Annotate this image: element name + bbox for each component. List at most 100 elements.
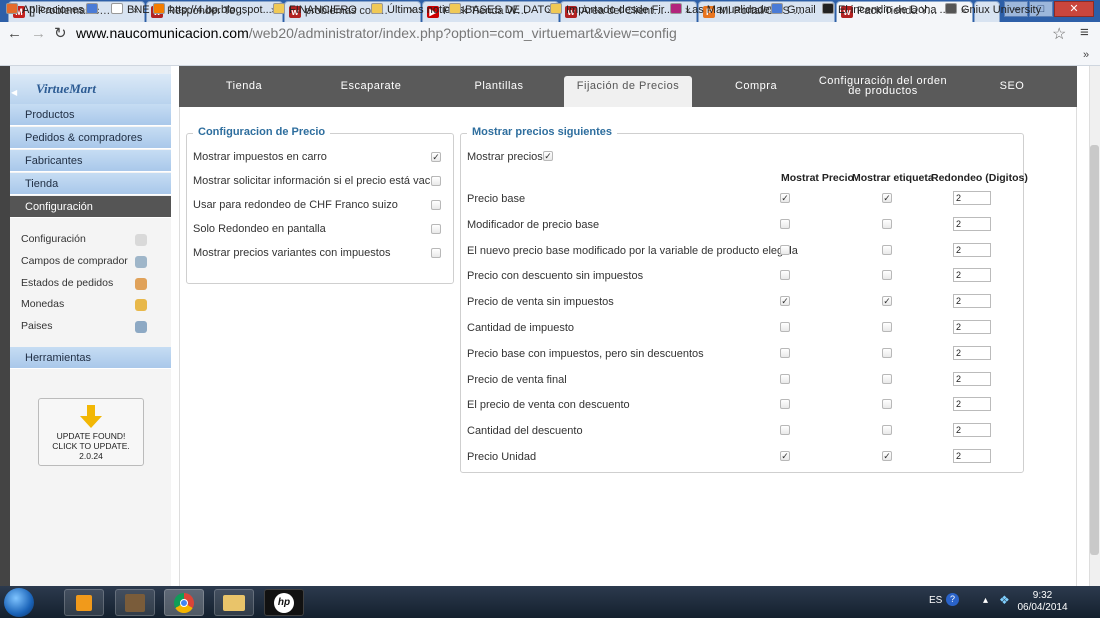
sidebar-subitem[interactable]: Campos de comprador — [21, 255, 128, 267]
tab-escaparate[interactable]: Escaparate — [330, 80, 412, 92]
rounding-input[interactable]: 2 — [953, 242, 991, 257]
setting-checkbox[interactable]: ✓ — [431, 152, 441, 162]
tab-tienda[interactable]: Tienda — [206, 80, 282, 92]
setting-label: Usar para redondeo de CHF Franco suizo — [193, 199, 398, 211]
sidebar-item-fabricantes[interactable]: Fabricantes — [10, 150, 171, 172]
show-tag-checkbox[interactable] — [882, 244, 892, 255]
rounding-input[interactable]: 2 — [953, 268, 991, 283]
help-icon[interactable]: ? — [946, 593, 959, 606]
show-price-checkbox[interactable]: ✓ — [780, 296, 790, 307]
show-tag-checkbox[interactable] — [882, 347, 892, 358]
rounding-input[interactable]: 2 — [953, 320, 991, 334]
sidebar-top-strip — [10, 66, 171, 74]
rounding-input[interactable]: 2 — [953, 294, 991, 309]
tab-plantillas[interactable]: Plantillas — [460, 80, 538, 92]
bookmark-label: BNE — [127, 4, 150, 16]
tray-arrow-icon[interactable]: ▴ — [983, 595, 988, 606]
show-prices-checkbox[interactable]: ✓ — [543, 151, 553, 161]
show-tag-checkbox[interactable] — [882, 425, 892, 436]
bookmark-item[interactable] — [86, 3, 102, 16]
price-row-label: Cantidad del descuento — [467, 425, 583, 438]
show-tag-checkbox[interactable]: ✓ — [882, 193, 892, 203]
bookmark-item[interactable]: http://4.bp.blogspot... — [153, 3, 272, 16]
bookmark-item[interactable]: BASES DE DATOS — [449, 3, 560, 16]
show-price-checkbox[interactable] — [780, 425, 790, 436]
show-price-checkbox[interactable]: ✓ — [780, 451, 790, 461]
bookmark-item[interactable]: FINANCIERO — [273, 3, 357, 16]
bookmark-star-icon[interactable]: ☆ — [1052, 24, 1066, 44]
show-price-checkbox[interactable] — [780, 399, 790, 410]
bookmark-item[interactable]: El incendio de Doha ... — [822, 3, 949, 16]
show-price-checkbox[interactable] — [780, 244, 790, 255]
tab-seo[interactable]: SEO — [990, 80, 1034, 92]
show-tag-checkbox[interactable] — [882, 270, 892, 281]
setting-checkbox[interactable] — [431, 224, 441, 234]
bookmark-label: El incendio de Doha ... — [838, 4, 949, 16]
bookmark-item[interactable]: Importado desde Fir... — [550, 3, 673, 16]
address-bar[interactable]: www.naucomunicacion.com/web20/administra… — [76, 24, 1076, 44]
tab-fijación-de-precios[interactable]: Fijación de Precios — [564, 76, 692, 107]
rounding-input[interactable]: 2 — [953, 449, 991, 463]
forward-icon[interactable]: → — [31, 25, 46, 42]
bookmark-label: Gmail — [787, 4, 816, 16]
network-icon[interactable]: ❖ — [999, 593, 1010, 607]
collapse-sidebar-icon[interactable]: ◀ — [11, 88, 17, 97]
reload-icon[interactable]: ↻ — [54, 24, 67, 42]
bookmark-item[interactable]: Las Manualidades — [670, 3, 775, 16]
media-player-taskbar-icon[interactable] — [64, 589, 104, 616]
bbc-icon — [822, 3, 834, 14]
show-tag-checkbox[interactable]: ✓ — [882, 296, 892, 307]
rounding-input[interactable]: 2 — [953, 423, 991, 438]
show-price-checkbox[interactable] — [780, 218, 790, 229]
clock[interactable]: 9:32 06/04/2014 — [1010, 590, 1075, 614]
sidebar-item-productos[interactable]: Productos — [10, 104, 171, 126]
setting-checkbox[interactable] — [431, 248, 441, 258]
show-tag-checkbox[interactable] — [882, 322, 892, 332]
bookmark-item[interactable]: Gniux University — [945, 3, 1041, 16]
bookmark-item[interactable]: Aplicaciones — [6, 3, 84, 16]
chrome-taskbar-icon[interactable] — [164, 589, 204, 616]
tab-compra[interactable]: Compra — [716, 80, 796, 92]
setting-checkbox[interactable] — [431, 176, 441, 186]
rounding-input[interactable]: 2 — [953, 345, 991, 360]
update-notice[interactable]: UPDATE FOUND! CLICK TO UPDATE. 2.0.24 — [38, 398, 144, 466]
start-button[interactable] — [4, 588, 34, 617]
sidebar-item-herramientas[interactable]: Herramientas — [10, 347, 171, 369]
show-tag-checkbox[interactable] — [882, 373, 892, 384]
blogger-icon — [153, 3, 165, 14]
show-price-checkbox[interactable] — [780, 373, 790, 384]
sidebar-subitem[interactable]: Estados de pedidos — [21, 277, 113, 289]
rounding-input[interactable]: 2 — [953, 397, 991, 412]
back-icon[interactable]: ← — [7, 25, 22, 42]
price-row-label: El precio de venta con descuento — [467, 399, 630, 412]
setting-checkbox[interactable] — [431, 200, 441, 210]
bookmark-item[interactable]: BNE — [111, 3, 150, 16]
language-indicator[interactable]: ES — [929, 595, 942, 606]
sidebar-subitem[interactable]: Paises — [21, 320, 53, 332]
scrollbar-thumb[interactable] — [1090, 145, 1099, 555]
sidebar-subitem[interactable]: Monedas — [21, 298, 64, 310]
sidebar-item-configuración[interactable]: Configuración — [10, 196, 171, 218]
sidebar-item-tienda[interactable]: Tienda — [10, 173, 171, 195]
file-explorer-taskbar-icon[interactable] — [214, 589, 254, 616]
tab-configuración-del-orden-de-productos[interactable]: Configuración del orden de productos — [812, 76, 954, 97]
rounding-input[interactable]: 2 — [953, 371, 991, 386]
bookmarks-more-icon[interactable]: » — [1083, 49, 1089, 61]
virtuemart-logo[interactable]: VirtueMart — [10, 74, 171, 104]
sidebar-item-pedidos-compradores[interactable]: Pedidos & compradores — [10, 127, 171, 149]
show-tag-checkbox[interactable]: ✓ — [882, 451, 892, 461]
show-price-checkbox[interactable] — [780, 322, 790, 332]
photo-app-taskbar-icon[interactable] — [115, 589, 155, 616]
rounding-input[interactable]: 2 — [953, 216, 991, 231]
show-tag-checkbox[interactable] — [882, 399, 892, 410]
rounding-input[interactable]: 2 — [953, 191, 991, 205]
show-tag-checkbox[interactable] — [882, 218, 892, 229]
close-window-button[interactable]: ✕ — [1054, 1, 1094, 17]
sidebar-subitem[interactable]: Configuración — [21, 233, 86, 245]
show-price-checkbox[interactable]: ✓ — [780, 193, 790, 203]
hp-taskbar-icon[interactable]: hp — [264, 589, 304, 616]
show-price-checkbox[interactable] — [780, 347, 790, 358]
bookmark-item[interactable]: Gmail — [771, 3, 816, 16]
menu-icon[interactable]: ≡ — [1080, 24, 1089, 41]
show-price-checkbox[interactable] — [780, 270, 790, 281]
